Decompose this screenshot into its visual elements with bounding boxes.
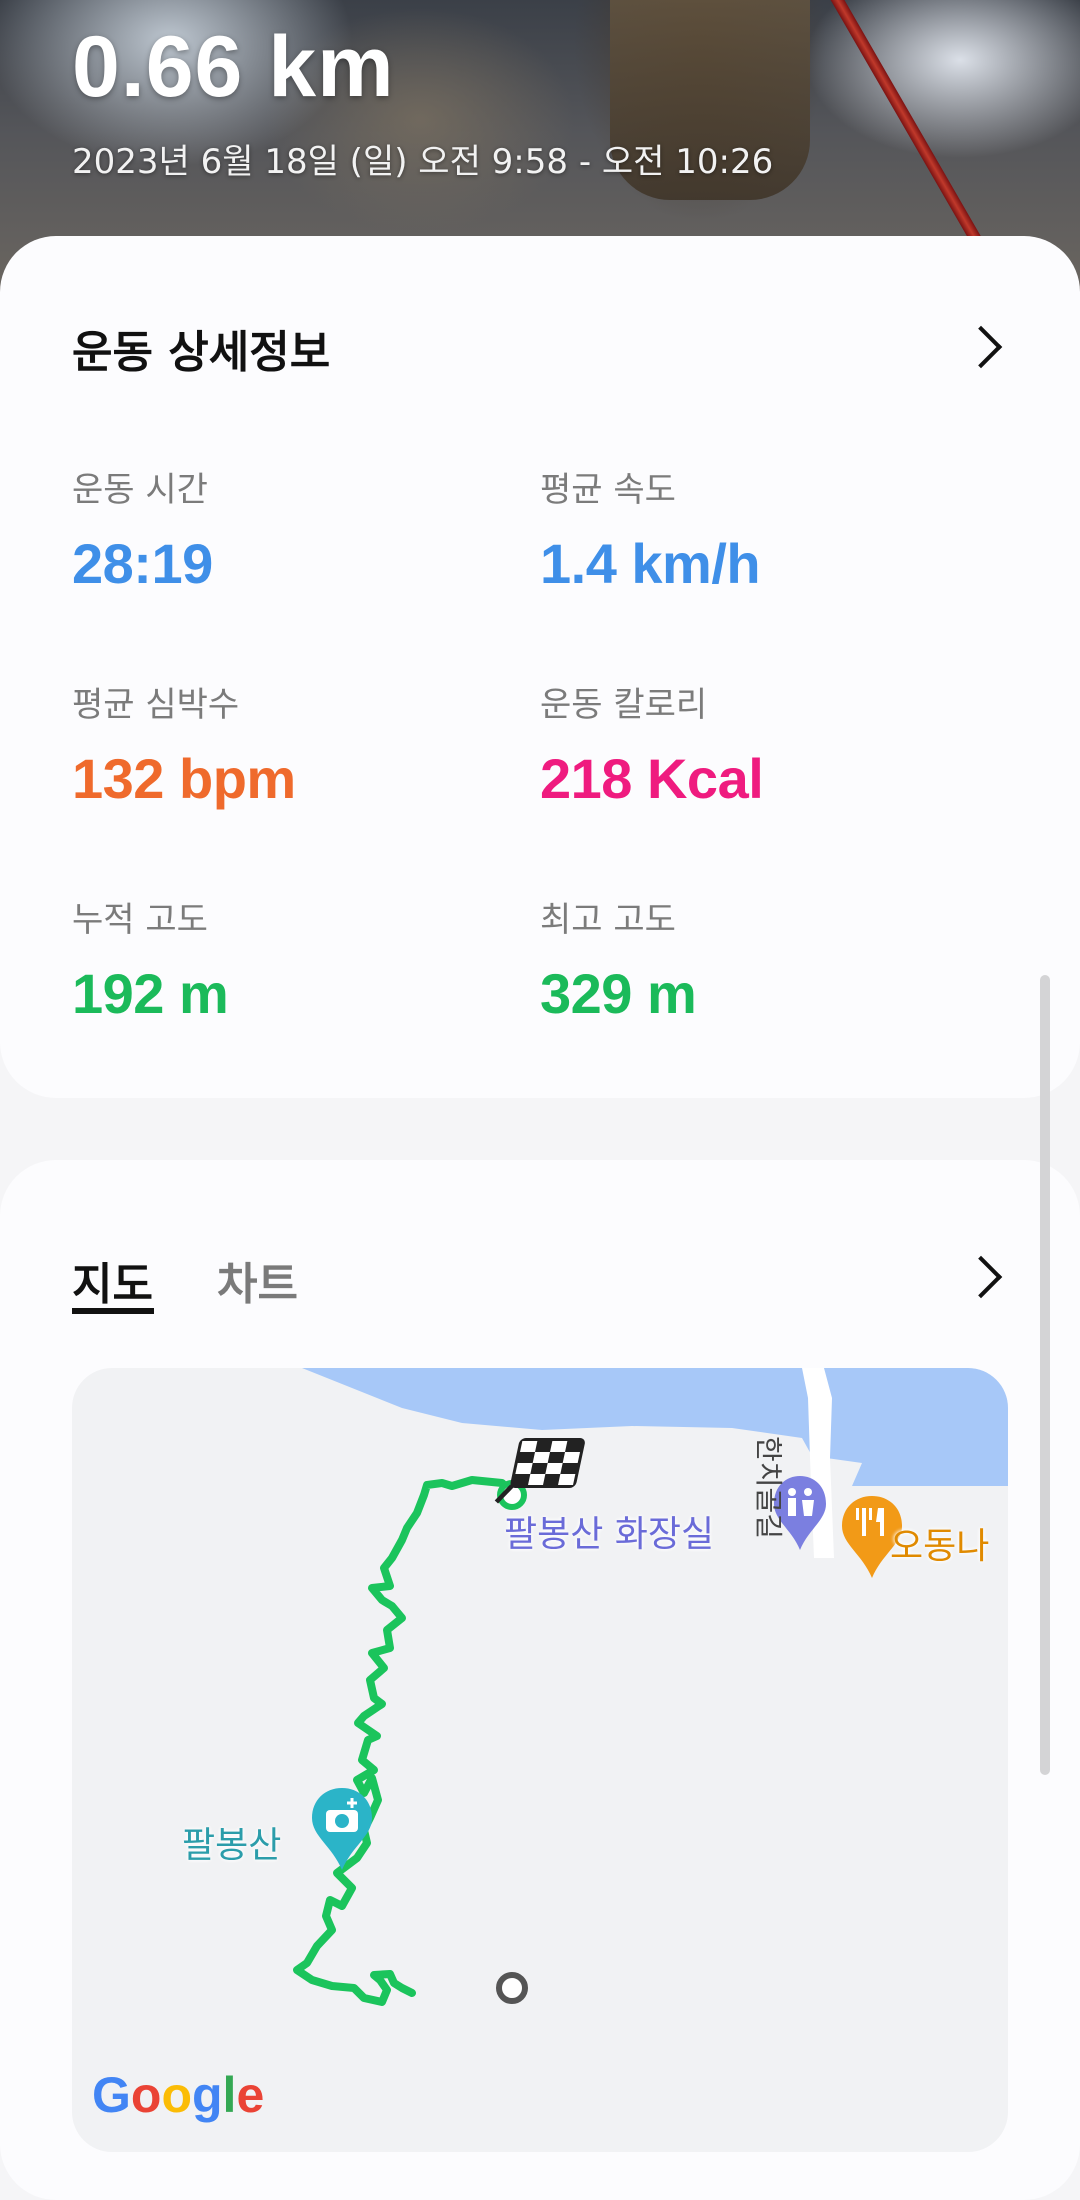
stat-duration: 운동 시간 28:19 bbox=[72, 462, 213, 596]
stat-value: 329 m bbox=[540, 962, 697, 1025]
stat-value: 192 m bbox=[72, 962, 229, 1025]
poi-restaurant-label[interactable]: 오동나 bbox=[890, 1517, 989, 1569]
peak-camera-pin-icon bbox=[312, 1788, 372, 1870]
stat-label: 평균 심박수 bbox=[72, 685, 240, 725]
stat-label: 운동 칼로리 bbox=[540, 685, 708, 725]
stat-calories: 운동 칼로리 218 Kcal bbox=[540, 677, 764, 811]
google-logo: Google bbox=[92, 2067, 265, 2123]
stat-avg-heart-rate: 평균 심박수 132 bpm bbox=[72, 677, 296, 811]
stat-label: 운동 시간 bbox=[72, 470, 208, 510]
workout-route-line bbox=[293, 1476, 516, 2006]
workout-details-card: 운동 상세정보 운동 시간 28:19 평균 속도 1.4 km/h 평균 심박… bbox=[0, 236, 1080, 1098]
tab-map[interactable]: 지도 bbox=[72, 1248, 153, 1312]
stat-value: 132 bpm bbox=[72, 747, 296, 810]
stat-value: 1.4 km/h bbox=[540, 532, 761, 595]
map-chart-card: 지도 차트 한치골길 팔봉산 화장실 오동나 팔봉산 Google bbox=[0, 1160, 1080, 2200]
workout-date-time: 2023년 6월 18일 (일) 오전 9:58 - 오전 10:26 bbox=[72, 142, 774, 182]
workout-distance: 0.66 km bbox=[72, 19, 395, 115]
poi-peak-label[interactable]: 팔봉산 bbox=[182, 1816, 281, 1868]
water-area bbox=[302, 1368, 1008, 1486]
details-chevron-right-icon[interactable] bbox=[959, 325, 1003, 369]
tab-chart[interactable]: 차트 bbox=[217, 1248, 298, 1312]
map-chevron-right-icon[interactable] bbox=[959, 1255, 1003, 1299]
stat-avg-speed: 평균 속도 1.4 km/h bbox=[540, 462, 761, 596]
stat-elevation-gain: 누적 고도 192 m bbox=[72, 892, 229, 1026]
stat-value: 28:19 bbox=[72, 532, 213, 595]
route-end-marker bbox=[496, 1972, 528, 2004]
tab-map-selected-indicator bbox=[72, 1308, 154, 1314]
road-label: 한치골길 bbox=[752, 1436, 785, 1540]
stat-label: 최고 고도 bbox=[540, 900, 676, 940]
route-map[interactable]: 한치골길 팔봉산 화장실 오동나 팔봉산 Google bbox=[72, 1368, 1008, 2152]
details-title: 운동 상세정보 bbox=[72, 327, 331, 378]
stat-value: 218 Kcal bbox=[540, 747, 764, 810]
stat-label: 누적 고도 bbox=[72, 900, 208, 940]
scrollbar[interactable] bbox=[1040, 975, 1050, 1775]
stat-label: 평균 속도 bbox=[540, 470, 676, 510]
map-graphics bbox=[293, 1368, 1008, 2006]
stat-max-altitude: 최고 고도 329 m bbox=[540, 892, 697, 1026]
poi-restroom-label[interactable]: 팔봉산 화장실 bbox=[504, 1505, 714, 1557]
